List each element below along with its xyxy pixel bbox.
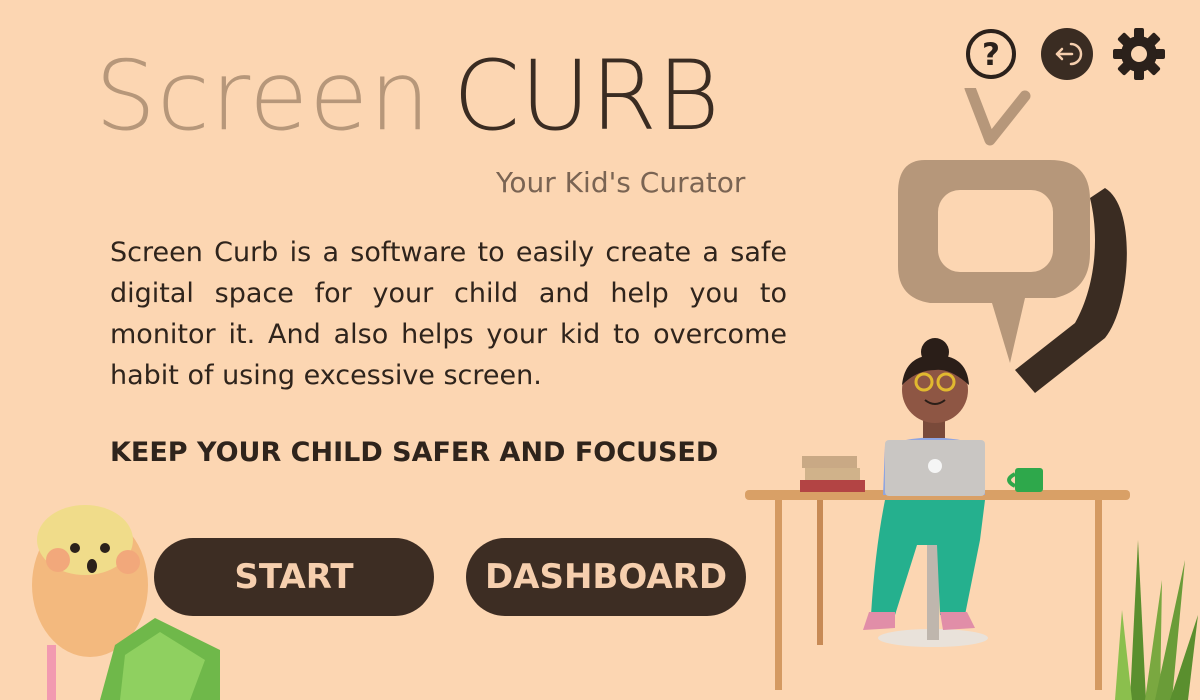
gear-icon [1113,28,1165,80]
person-at-desk-illustration [745,338,1130,690]
help-glyph: ? [982,37,1000,73]
settings-button[interactable] [1112,27,1166,81]
grass-illustration [1115,540,1198,700]
app-title: Screen CURB [95,40,720,152]
app-title-curb: CURB [453,40,720,152]
app-description: Screen Curb is a software to easily crea… [110,237,787,391]
logout-icon [1041,28,1093,80]
logout-button[interactable] [1040,27,1094,81]
help-icon: ? [966,29,1016,79]
headline: KEEP YOUR CHILD SAFER AND FOCUSED [110,437,719,468]
app-tagline: Your Kid's Curator [496,166,746,199]
dashboard-button[interactable]: DASHBOARD [466,538,746,616]
help-button[interactable]: ? [964,27,1018,81]
app-title-screen: Screen [95,40,432,152]
egg-character-illustration [32,505,220,700]
